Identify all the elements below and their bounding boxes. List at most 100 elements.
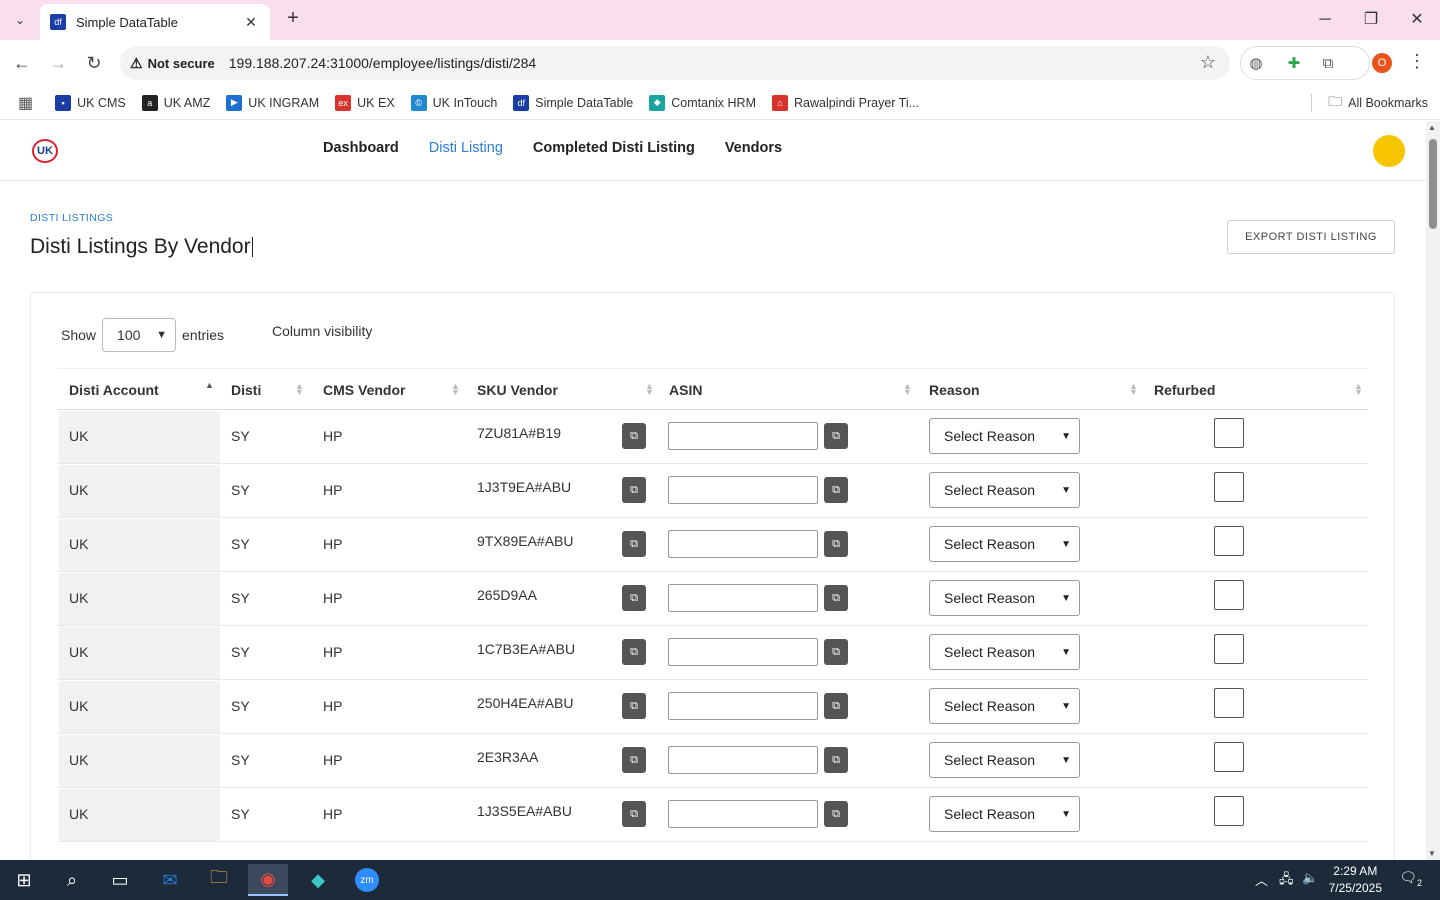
column-header-reason[interactable]: Reason: [929, 369, 980, 411]
sort-arrows-icon[interactable]: ▲ ▼: [645, 382, 654, 397]
column-header-sku-vendor[interactable]: SKU Vendor: [477, 369, 558, 411]
column-visibility-button[interactable]: Column visibility: [272, 323, 372, 339]
scroll-down-arrow-icon[interactable]: ▼: [1428, 849, 1436, 858]
copy-sku-button[interactable]: ⧉: [622, 801, 646, 827]
copy-asin-button[interactable]: ⧉: [824, 585, 848, 611]
asin-input[interactable]: [668, 692, 818, 720]
window-close-icon[interactable]: ✕: [1405, 8, 1429, 32]
outlook-icon[interactable]: ✉: [150, 864, 190, 896]
all-bookmarks-button[interactable]: 🗀 All Bookmarks: [1311, 93, 1428, 112]
reload-icon[interactable]: ↻: [82, 51, 106, 75]
forward-arrow-icon[interactable]: →: [46, 51, 70, 75]
copy-asin-button[interactable]: ⧉: [824, 693, 848, 719]
user-avatar[interactable]: [1373, 135, 1405, 167]
column-header-asin[interactable]: ASIN: [669, 369, 702, 411]
asin-input[interactable]: [668, 422, 818, 450]
refurbed-checkbox[interactable]: [1214, 526, 1244, 556]
reason-select[interactable]: Select Reason ▼: [929, 688, 1080, 724]
copy-asin-button[interactable]: ⧉: [824, 801, 848, 827]
tab-close-icon[interactable]: ✕: [242, 14, 260, 31]
app-diamond-icon[interactable]: ◆: [298, 864, 338, 896]
copy-sku-button[interactable]: ⧉: [622, 531, 646, 557]
sort-arrows-icon[interactable]: ▲ ▼: [1129, 382, 1138, 397]
browser-menu-icon[interactable]: ⋮: [1408, 51, 1426, 72]
tray-chevron-up-icon[interactable]: ︿: [1255, 870, 1268, 889]
notification-center-icon[interactable]: 🗨2: [1399, 869, 1422, 888]
reason-select[interactable]: Select Reason ▼: [929, 796, 1080, 832]
copy-asin-button[interactable]: ⧉: [824, 531, 848, 557]
reason-select[interactable]: Select Reason ▼: [929, 634, 1080, 670]
translate-globe-icon[interactable]: ◍: [1245, 53, 1267, 75]
profile-avatar[interactable]: O: [1372, 53, 1392, 73]
bookmark-item[interactable]: © UK InTouch: [410, 94, 497, 111]
system-clock[interactable]: 2:29 AM 7/25/2025: [1329, 863, 1382, 897]
volume-icon[interactable]: 🔈: [1302, 870, 1318, 886]
file-explorer-icon[interactable]: 🗀: [199, 864, 239, 896]
nav-link-disti-listing[interactable]: Disti Listing: [429, 140, 503, 156]
nav-link-completed-disti-listing[interactable]: Completed Disti Listing: [533, 140, 695, 156]
apps-grid-icon[interactable]: ▦: [18, 93, 33, 113]
bookmark-item[interactable]: ▶ UK INGRAM: [226, 94, 319, 111]
copy-asin-button[interactable]: ⧉: [824, 747, 848, 773]
window-minimize-icon[interactable]: ─: [1313, 8, 1337, 32]
asin-input[interactable]: [668, 584, 818, 612]
window-restore-icon[interactable]: ❐: [1359, 8, 1383, 32]
column-header-refurbed[interactable]: Refurbed: [1154, 369, 1215, 411]
zoom-icon[interactable]: zm: [347, 864, 387, 896]
scroll-up-arrow-icon[interactable]: ▲: [1428, 123, 1436, 132]
app-logo[interactable]: UK: [32, 139, 58, 163]
bookmark-item[interactable]: ▪ UK CMS: [55, 94, 126, 111]
column-header-disti[interactable]: Disti: [231, 369, 261, 411]
page-scrollbar[interactable]: ▲ ▼: [1426, 121, 1440, 860]
windows-start-icon[interactable]: ⊞: [4, 864, 44, 896]
url-text[interactable]: 199.188.207.24:31000/employee/listings/d…: [229, 55, 536, 71]
copy-sku-button[interactable]: ⧉: [622, 477, 646, 503]
copy-sku-button[interactable]: ⧉: [622, 585, 646, 611]
bookmark-item[interactable]: ◆ Comtanix HRM: [649, 94, 756, 111]
copy-sku-button[interactable]: ⧉: [622, 423, 646, 449]
sort-arrows-icon[interactable]: ▲ ▼: [451, 382, 460, 397]
back-arrow-icon[interactable]: ←: [10, 51, 34, 75]
extensions-puzzle-icon[interactable]: ⧉: [1317, 53, 1339, 75]
copy-sku-button[interactable]: ⧉: [622, 693, 646, 719]
refurbed-checkbox[interactable]: [1214, 580, 1244, 610]
sort-arrows-icon[interactable]: ▲ ▼: [1354, 382, 1363, 397]
reason-select[interactable]: Select Reason ▼: [929, 472, 1080, 508]
bookmark-item[interactable]: a UK AMZ: [141, 94, 210, 111]
refurbed-checkbox[interactable]: [1214, 634, 1244, 664]
chrome-icon[interactable]: ◉: [248, 864, 288, 896]
new-tab-plus-icon[interactable]: +: [282, 8, 304, 30]
network-icon[interactable]: 🖧: [1279, 870, 1294, 892]
tab-search-chevron-icon[interactable]: ⌄: [8, 8, 32, 32]
bookmark-item[interactable]: ex UK EX: [335, 94, 395, 111]
address-bar[interactable]: ⚠ Not secure 199.188.207.24:31000/employ…: [120, 46, 1230, 80]
copy-sku-button[interactable]: ⧉: [622, 639, 646, 665]
reason-select[interactable]: Select Reason ▼: [929, 418, 1080, 454]
scrollbar-thumb[interactable]: [1429, 139, 1437, 229]
sort-arrows-icon[interactable]: ▲ ▼: [295, 382, 304, 397]
refurbed-checkbox[interactable]: [1214, 472, 1244, 502]
bookmark-star-icon[interactable]: ☆: [1200, 52, 1216, 73]
task-view-icon[interactable]: ▭: [100, 864, 140, 896]
search-icon[interactable]: ⌕: [52, 864, 92, 896]
refurbed-checkbox[interactable]: [1214, 418, 1244, 448]
refurbed-checkbox[interactable]: [1214, 742, 1244, 772]
reason-select[interactable]: Select Reason ▼: [929, 526, 1080, 562]
bookmark-item[interactable]: ⌂ Rawalpindi Prayer Ti...: [772, 94, 919, 111]
export-disti-listing-button[interactable]: EXPORT DISTI LISTING: [1227, 220, 1395, 254]
copy-sku-button[interactable]: ⧉: [622, 747, 646, 773]
column-header-cms-vendor[interactable]: CMS Vendor: [323, 369, 405, 411]
asin-input[interactable]: [668, 800, 818, 828]
nav-link-vendors[interactable]: Vendors: [725, 140, 782, 156]
refurbed-checkbox[interactable]: [1214, 796, 1244, 826]
asin-input[interactable]: [668, 530, 818, 558]
asin-input[interactable]: [668, 638, 818, 666]
copy-asin-button[interactable]: ⧉: [824, 477, 848, 503]
browser-tab-active[interactable]: df Simple DataTable ✕: [40, 4, 270, 40]
copy-asin-button[interactable]: ⧉: [824, 639, 848, 665]
sort-arrows-icon[interactable]: ▲ ▼: [903, 382, 912, 397]
sort-arrows-icon[interactable]: ▲: [205, 381, 214, 390]
refurbed-checkbox[interactable]: [1214, 688, 1244, 718]
asin-input[interactable]: [668, 476, 818, 504]
extension-plus-icon[interactable]: ✚: [1283, 53, 1305, 75]
